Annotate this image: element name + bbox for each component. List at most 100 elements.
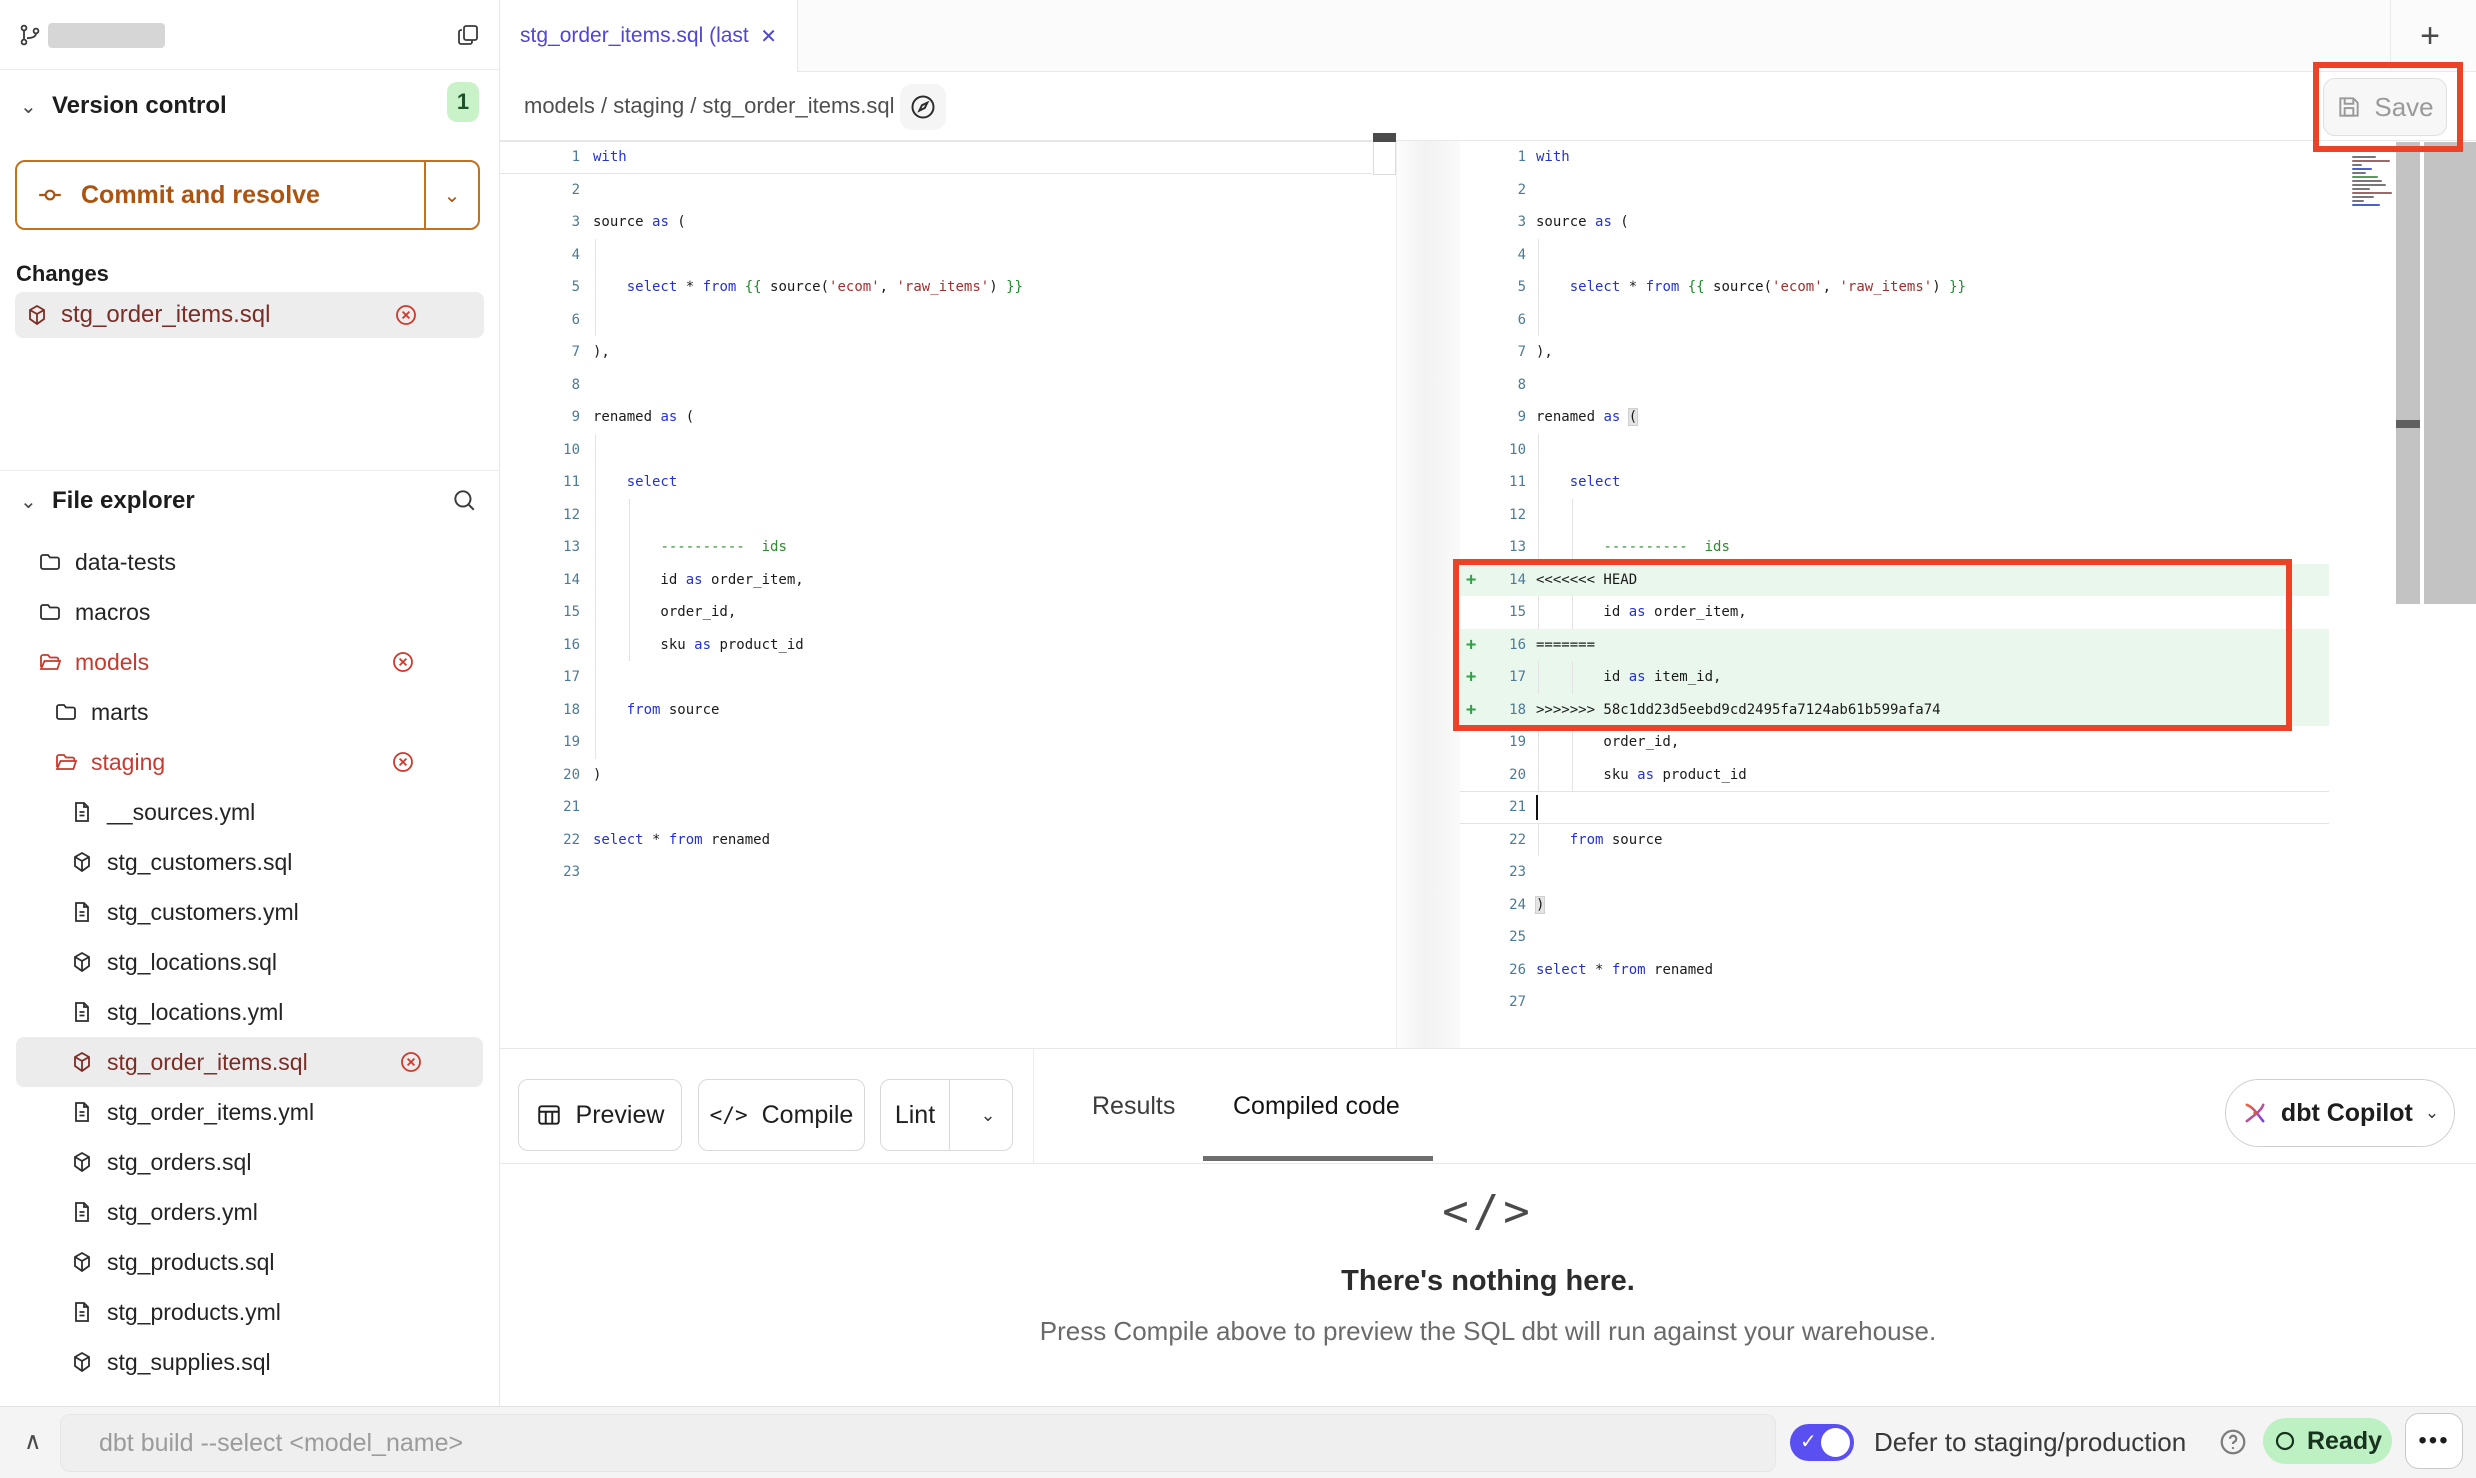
lint-options-caret[interactable]: ⌄ <box>964 1105 1012 1126</box>
scrollbar-thumb[interactable] <box>2396 420 2420 428</box>
lint-button[interactable]: Lint ⌄ <box>880 1079 1013 1151</box>
tab-stg-order-items[interactable]: stg_order_items.sql (last c... ✕ <box>500 0 798 72</box>
tab-compiled-code[interactable]: Compiled code <box>1233 1049 1400 1163</box>
code-line-14[interactable]: 14 id as order_item, <box>500 564 1396 597</box>
code-line-17[interactable]: 17 <box>500 661 1396 694</box>
code-line-3[interactable]: 3source as ( <box>500 206 1396 239</box>
commit-and-resolve-main[interactable]: Commit and resolve <box>17 162 426 228</box>
code-line-20[interactable]: 20 sku as product_id <box>1460 759 2476 792</box>
editor-split-divider[interactable] <box>1396 141 1460 1048</box>
defer-toggle[interactable]: ✓ <box>1790 1424 1854 1461</box>
tree-item-marts[interactable]: marts <box>0 687 499 737</box>
save-button[interactable]: Save <box>2323 78 2447 136</box>
code-line-4[interactable]: 4 <box>500 239 1396 272</box>
conflict-x-icon[interactable] <box>391 750 415 774</box>
editor-pane-working-copy[interactable]: 1with23source as (45 select * from {{ so… <box>1460 141 2476 1048</box>
lint-main[interactable]: Lint <box>881 1080 950 1150</box>
right-editor-scrollbar[interactable] <box>2396 142 2420 604</box>
code-line-21[interactable]: 21 <box>1460 791 2476 824</box>
code-line-12[interactable]: 12 <box>500 499 1396 532</box>
code-line-23[interactable]: 23 <box>500 856 1396 889</box>
code-line-9[interactable]: 9renamed as ( <box>1460 401 2476 434</box>
code-line-1[interactable]: 1with <box>1460 141 2476 174</box>
tree-item-stg-customers-sql[interactable]: stg_customers.sql <box>0 837 499 887</box>
code-line-8[interactable]: 8 <box>1460 369 2476 402</box>
conflict-x-icon[interactable] <box>394 303 418 327</box>
code-line-25[interactable]: 25 <box>1460 921 2476 954</box>
commit-and-resolve-button[interactable]: Commit and resolve ⌄ <box>15 160 480 230</box>
code-line-21[interactable]: 21 <box>500 791 1396 824</box>
code-line-2[interactable]: 2 <box>1460 174 2476 207</box>
search-icon[interactable] <box>451 487 477 513</box>
code-line-27[interactable]: 27 <box>1460 986 2476 1019</box>
tree-item-staging[interactable]: staging <box>0 737 499 787</box>
dbt-copilot-button[interactable]: dbt Copilot ⌄ <box>2225 1079 2455 1147</box>
chevron-down-icon[interactable]: ⌄ <box>20 94 37 119</box>
code-line-2[interactable]: 2 <box>500 174 1396 207</box>
chevron-down-icon[interactable]: ⌄ <box>20 489 37 514</box>
code-line-18[interactable]: +18>>>>>>> 58c1dd23d5eebd9cd2495fa7124ab… <box>1460 694 2476 727</box>
tab-results[interactable]: Results <box>1092 1049 1175 1163</box>
code-line-4[interactable]: 4 <box>1460 239 2476 272</box>
preview-button[interactable]: Preview <box>518 1079 682 1151</box>
tree-item-macros[interactable]: macros <box>0 587 499 637</box>
code-line-8[interactable]: 8 <box>500 369 1396 402</box>
code-line-11[interactable]: 11 select <box>500 466 1396 499</box>
changed-file-row[interactable]: stg_order_items.sql <box>15 292 484 338</box>
tree-item-stg-orders-sql[interactable]: stg_orders.sql <box>0 1137 499 1187</box>
code-line-3[interactable]: 3source as ( <box>1460 206 2476 239</box>
window-scrollbar[interactable] <box>2424 142 2476 604</box>
code-line-16[interactable]: +16======= <box>1460 629 2476 662</box>
code-line-15[interactable]: 15 id as order_item, <box>1460 596 2476 629</box>
command-input[interactable]: dbt build --select <model_name> <box>60 1414 1776 1472</box>
code-line-19[interactable]: 19 <box>500 726 1396 759</box>
tree-item-stg-locations-yml[interactable]: stg_locations.yml <box>0 987 499 1037</box>
tree-item-stg-customers-yml[interactable]: stg_customers.yml <box>0 887 499 937</box>
code-line-22[interactable]: 22select * from renamed <box>500 824 1396 857</box>
code-line-11[interactable]: 11 select <box>1460 466 2476 499</box>
new-tab-button[interactable]: + <box>2408 14 2452 58</box>
left-editor-scrollbar[interactable] <box>1373 133 1396 175</box>
tree-item-models[interactable]: models <box>0 637 499 687</box>
editor-pane-last-commit[interactable]: 1with23source as (45 select * from {{ so… <box>500 141 1396 1048</box>
tree-item-stg-supplies-sql[interactable]: stg_supplies.sql <box>0 1337 499 1387</box>
expand-caret-icon[interactable]: ∧ <box>24 1427 42 1456</box>
ready-status-badge[interactable]: Ready <box>2263 1418 2392 1464</box>
code-line-7[interactable]: 7), <box>500 336 1396 369</box>
version-control-section-header[interactable]: ⌄ Version control 1 <box>0 78 499 134</box>
tree-item-stg-products-sql[interactable]: stg_products.sql <box>0 1237 499 1287</box>
code-line-9[interactable]: 9renamed as ( <box>500 401 1396 434</box>
file-explorer-section-header[interactable]: ⌄ File explorer <box>0 470 499 526</box>
code-line-22[interactable]: 22 from source <box>1460 824 2476 857</box>
code-line-13[interactable]: 13 ---------- ids <box>500 531 1396 564</box>
help-icon[interactable] <box>2218 1427 2248 1457</box>
lineage-compass-button[interactable] <box>900 84 946 130</box>
code-line-26[interactable]: 26select * from renamed <box>1460 954 2476 987</box>
code-line-1[interactable]: 1with <box>500 141 1396 174</box>
code-line-19[interactable]: 19 order_id, <box>1460 726 2476 759</box>
code-line-14[interactable]: +14<<<<<<< HEAD <box>1460 564 2476 597</box>
tree-item-data-tests[interactable]: data-tests <box>0 537 499 587</box>
code-line-5[interactable]: 5 select * from {{ source('ecom', 'raw_i… <box>500 271 1396 304</box>
commit-options-caret[interactable]: ⌄ <box>426 162 478 228</box>
compile-button[interactable]: </> Compile <box>698 1079 865 1151</box>
code-line-13[interactable]: 13 ---------- ids <box>1460 531 2476 564</box>
tree-item-stg-order-items-yml[interactable]: stg_order_items.yml <box>0 1087 499 1137</box>
scrollbar-thumb[interactable] <box>1373 133 1396 142</box>
code-line-16[interactable]: 16 sku as product_id <box>500 629 1396 662</box>
code-line-6[interactable]: 6 <box>500 304 1396 337</box>
code-line-23[interactable]: 23 <box>1460 856 2476 889</box>
code-line-6[interactable]: 6 <box>1460 304 2476 337</box>
code-line-10[interactable]: 10 <box>1460 434 2476 467</box>
code-line-20[interactable]: 20) <box>500 759 1396 792</box>
close-icon[interactable]: ✕ <box>760 24 777 49</box>
tree-item-stg-order-items-sql[interactable]: stg_order_items.sql <box>16 1037 483 1087</box>
code-line-24[interactable]: 24) <box>1460 889 2476 922</box>
code-line-15[interactable]: 15 order_id, <box>500 596 1396 629</box>
code-line-17[interactable]: +17 id as item_id, <box>1460 661 2476 694</box>
more-options-button[interactable]: ••• <box>2405 1413 2463 1469</box>
minimap[interactable] <box>2352 148 2396 208</box>
tree-item--sources-yml[interactable]: __sources.yml <box>0 787 499 837</box>
code-line-12[interactable]: 12 <box>1460 499 2476 532</box>
tree-item-stg-products-yml[interactable]: stg_products.yml <box>0 1287 499 1337</box>
